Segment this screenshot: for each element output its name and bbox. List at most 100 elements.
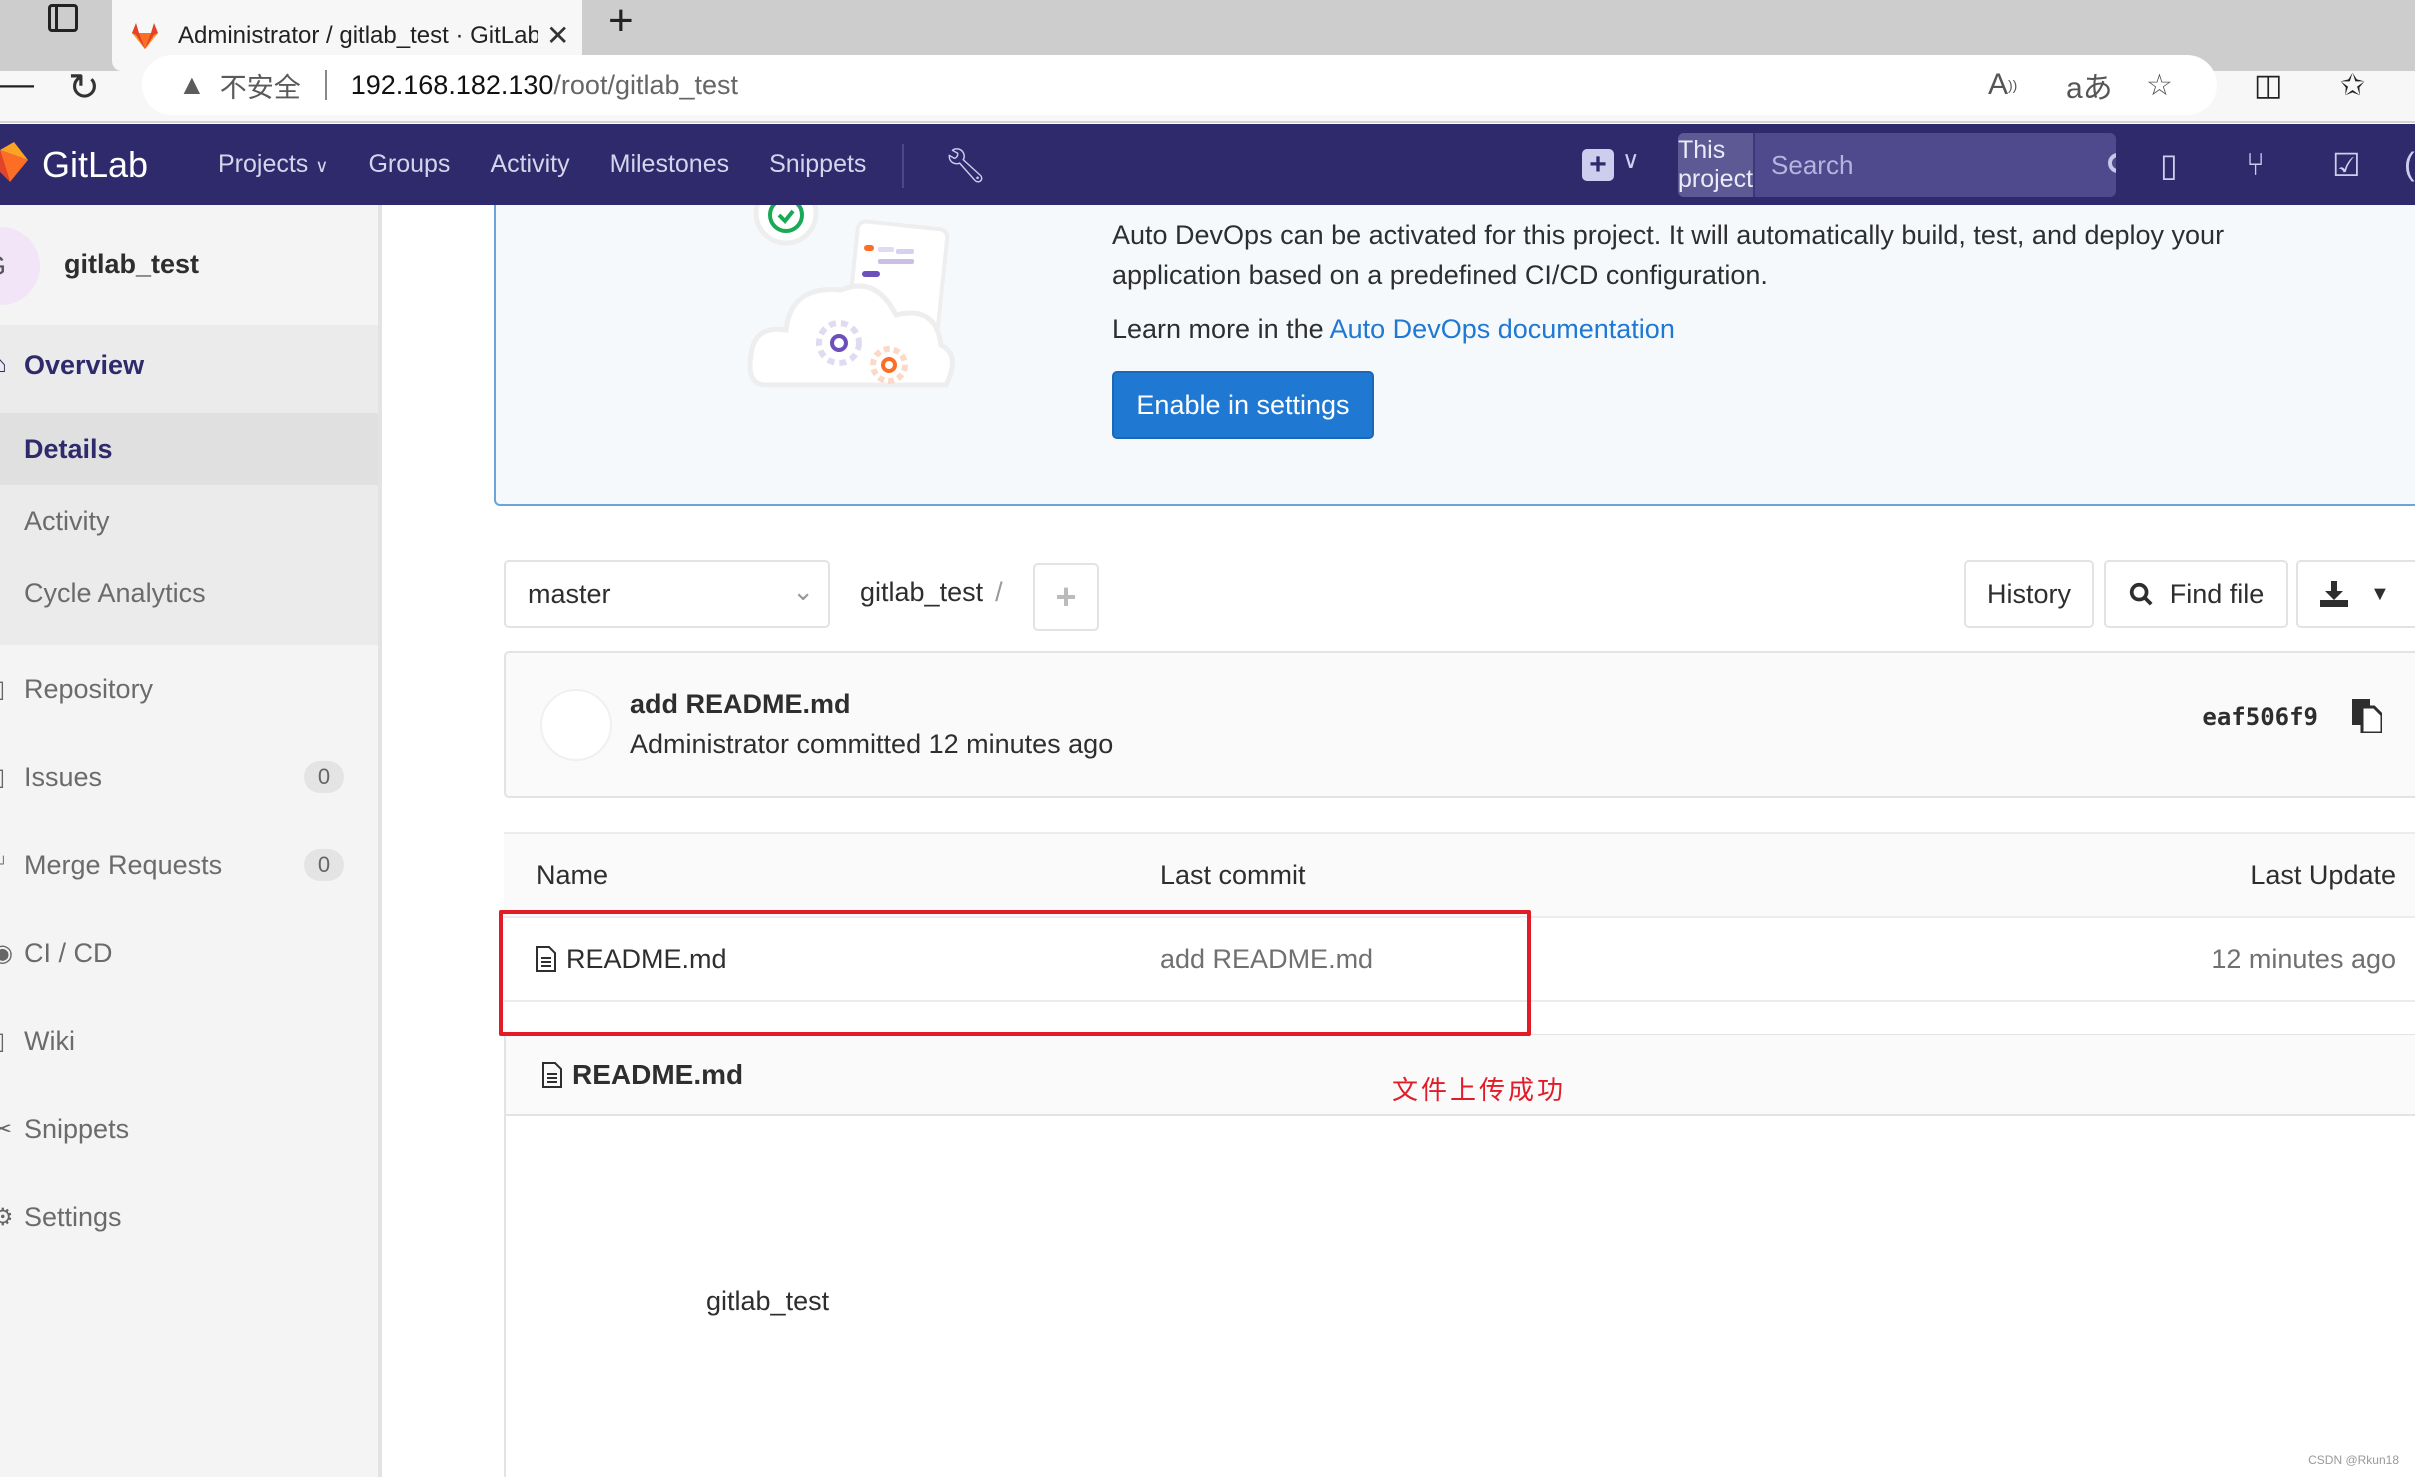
auto-devops-banner: Auto DevOps can be activated for this pr… (494, 205, 2415, 506)
nav-divider (902, 144, 904, 188)
warning-icon: ▲ (178, 69, 206, 100)
search-box: This project (1678, 133, 2116, 197)
table-row-empty (504, 1002, 2415, 1036)
auto-devops-illustration-icon (747, 205, 955, 388)
divider (324, 70, 327, 100)
reload-icon[interactable]: ↻ (68, 65, 100, 110)
repository-icon: ▯ (0, 675, 5, 704)
scissors-icon: ✂ (0, 1115, 13, 1143)
readme-content: gitlab_test (706, 1286, 830, 1316)
header-name: Name (536, 860, 609, 890)
commit-title-link[interactable]: add README.md (630, 689, 851, 720)
auto-devops-docs-link[interactable]: Auto DevOps documentation (1330, 314, 1675, 344)
search-scope-badge[interactable]: This project (1678, 133, 1756, 197)
gitlab-brand[interactable]: GitLab (42, 144, 148, 186)
download-icon (2320, 581, 2348, 607)
chevron-down-icon: ∨ (315, 156, 329, 176)
split-screen-icon[interactable]: ◫ (2254, 59, 2282, 111)
book-icon: ▯ (0, 1027, 5, 1056)
sidebar-subitem-details[interactable]: Details (0, 413, 378, 485)
header-last-commit: Last commit (1160, 860, 1306, 890)
commit-meta: Administrator committed 12 minutes ago (630, 729, 1114, 759)
back-icon[interactable]: — (0, 65, 34, 104)
commit-sha[interactable]: eaf506f9 (2202, 703, 2318, 731)
file-icon (536, 946, 556, 972)
sidebar-item-issues[interactable]: ▯ Issues 0 (0, 741, 378, 813)
header-last-update: Last Update (2250, 860, 2396, 890)
gitlab-logo-icon[interactable] (0, 142, 28, 188)
file-icon (542, 1062, 562, 1088)
tab-title: Administrator / gitlab_test · GitLab (178, 21, 538, 49)
chevron-down-icon[interactable]: ∨ (1622, 146, 1640, 175)
branch-selector[interactable]: master ⌄ (504, 560, 830, 628)
readme-filename[interactable]: README.md (572, 1059, 743, 1090)
todos-icon[interactable]: ☑ (2332, 146, 2361, 184)
sidebar-item-overview[interactable]: ⌂ Overview (0, 325, 378, 405)
learn-more-text: Learn more in the Auto DevOps documentat… (1112, 314, 1675, 344)
download-dropdown-button[interactable]: ▼ (2296, 560, 2415, 628)
sidebar-item-ci-cd[interactable]: ◉ CI / CD (0, 917, 378, 989)
enable-in-settings-button[interactable]: Enable in settings (1112, 371, 1374, 439)
project-name[interactable]: gitlab_test (64, 249, 199, 280)
sidebar-item-snippets[interactable]: ✂ Snippets (0, 1093, 378, 1165)
nav-milestones[interactable]: Milestones (610, 150, 730, 179)
watermark: CSDN @Rkun18 (2308, 1453, 2399, 1467)
read-aloud-icon[interactable]: A)) (1988, 59, 2017, 111)
tab-close-icon[interactable]: ✕ (546, 19, 569, 52)
overview-group: ⌂ Overview Details Activity Cycle Analyt… (0, 325, 378, 645)
nav-groups[interactable]: Groups (368, 150, 450, 179)
gitlab-navbar: GitLab Projects ∨ Groups Activity Milest… (0, 124, 2415, 205)
caret-down-icon: ▼ (2370, 582, 2390, 605)
sidebar-item-merge-requests[interactable]: ⑂ Merge Requests 0 (0, 829, 378, 901)
new-item-plus-icon[interactable]: + (1582, 149, 1614, 181)
table-row[interactable]: README.md add README.md 12 minutes ago (504, 918, 2415, 1002)
admin-wrench-icon[interactable]: 🔧︎ (944, 146, 987, 186)
merge-requests-icon[interactable]: ⑂ (2246, 146, 2265, 183)
chevron-down-icon: ⌄ (792, 576, 814, 606)
url-path[interactable]: /root/gitlab_test (553, 70, 738, 101)
last-commit-panel: add README.md Administrator committed 12… (504, 651, 2415, 798)
nav-snippets[interactable]: Snippets (769, 150, 866, 179)
auto-devops-description: Auto DevOps can be activated for this pr… (1112, 220, 2225, 290)
issues-count-badge: 0 (304, 761, 344, 793)
history-button[interactable]: History (1964, 560, 2094, 628)
sidebar-subitem-cycle-analytics[interactable]: Cycle Analytics (0, 557, 378, 629)
merge-requests-count-badge: 0 (304, 849, 344, 881)
file-tree-table: Name Last commit Last Update README.md a… (504, 832, 2415, 1036)
file-last-commit-link[interactable]: add README.md (1160, 944, 1373, 975)
favorites-list-icon[interactable]: ✩ (2340, 59, 2365, 111)
new-tab-icon[interactable]: + (608, 0, 634, 46)
find-file-button[interactable]: Find file (2104, 560, 2288, 628)
table-header: Name Last commit Last Update (504, 834, 2415, 918)
file-name-link[interactable]: README.md (536, 944, 727, 975)
sidebar-item-wiki[interactable]: ▯ Wiki (0, 1005, 378, 1077)
url-host[interactable]: 192.168.182.130 (351, 70, 554, 101)
breadcrumb-project[interactable]: gitlab_test (860, 577, 983, 607)
sidebar-subitem-activity[interactable]: Activity (0, 485, 378, 557)
copy-clipboard-icon[interactable] (2352, 699, 2382, 733)
translate-icon[interactable]: aあ (2066, 59, 2113, 111)
favorite-star-icon[interactable]: ☆ (2146, 59, 2173, 111)
committer-avatar[interactable] (540, 689, 612, 761)
nav-activity[interactable]: Activity (490, 150, 569, 179)
security-label: 不安全 (219, 72, 301, 103)
sidebar-item-settings[interactable]: ⚙ Settings (0, 1181, 378, 1253)
project-header[interactable]: G gitlab_test (0, 205, 378, 325)
sidebar-item-repository[interactable]: ▯ Repository (0, 653, 378, 725)
annotation-text: 文件上传成功 (1392, 1076, 1567, 1106)
issues-icon: ▯ (0, 763, 5, 792)
nav-projects[interactable]: Projects ∨ (218, 150, 328, 179)
file-last-update: 12 minutes ago (2211, 944, 2396, 974)
rocket-icon: ◉ (0, 939, 13, 967)
search-icon (2129, 582, 2153, 606)
search-icon[interactable] (2106, 133, 2116, 197)
search-input[interactable] (1755, 133, 2107, 197)
browser-address-bar: — ↻ ▲ 不安全 192.168.182.130/root/gitlab_te… (0, 55, 2415, 123)
issues-icon[interactable]: ▯ (2160, 146, 2178, 184)
project-sidebar: G gitlab_test ⌂ Overview Details Activit… (0, 205, 382, 1477)
help-icon[interactable]: ( (2404, 146, 2415, 183)
merge-request-icon: ⑂ (0, 851, 6, 879)
tab-actions-icon[interactable] (48, 4, 78, 32)
gitlab-favicon-icon (132, 22, 158, 49)
add-file-plus-button[interactable]: + (1033, 563, 1099, 631)
